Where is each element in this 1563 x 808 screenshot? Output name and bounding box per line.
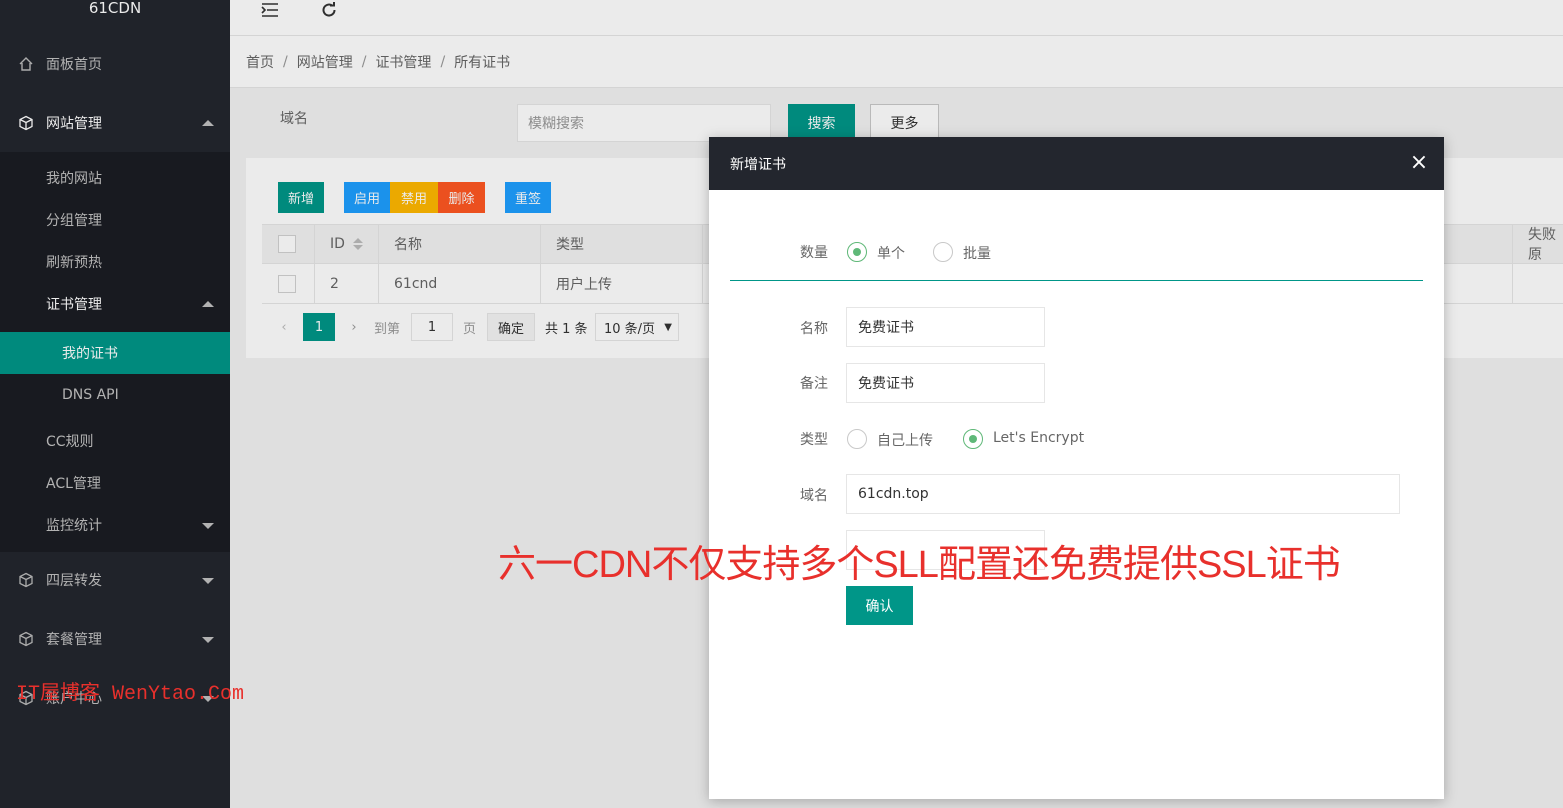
- type-upload-label[interactable]: 自己上传: [877, 430, 933, 450]
- quantity-single-radio[interactable]: [847, 242, 867, 262]
- modal-header: 新增证书 ×: [709, 137, 1444, 190]
- watermark-text: IT屋博客 WenYtao.Com: [16, 683, 245, 706]
- type-upload-radio[interactable]: [847, 429, 867, 449]
- close-icon[interactable]: ×: [1408, 152, 1430, 174]
- add-cert-modal: 新增证书 × 数量 单个 批量 名称 免费证书 备注 免费证书 类型 自己上传 …: [709, 137, 1444, 799]
- domain-label: 域名: [800, 488, 828, 504]
- type-label: 类型: [800, 432, 828, 448]
- quantity-batch-label[interactable]: 批量: [963, 243, 991, 263]
- promo-banner-text: 六一CDN不仅支持多个SLL配置还免费提供SSL证书: [498, 544, 1341, 586]
- quantity-label: 数量: [800, 245, 828, 261]
- type-letsencrypt-radio[interactable]: [963, 429, 983, 449]
- name-input[interactable]: 免费证书: [846, 307, 1045, 347]
- name-label: 名称: [800, 321, 828, 337]
- divider: [730, 280, 1423, 281]
- quantity-single-label[interactable]: 单个: [877, 243, 905, 263]
- type-letsencrypt-label[interactable]: Let's Encrypt: [993, 430, 1084, 446]
- domain-input[interactable]: 61cdn.top: [846, 474, 1400, 514]
- confirm-button[interactable]: 确认: [846, 586, 913, 625]
- remark-label: 备注: [800, 376, 828, 392]
- quantity-batch-radio[interactable]: [933, 242, 953, 262]
- remark-input[interactable]: 免费证书: [846, 363, 1045, 403]
- modal-title: 新增证书: [730, 156, 786, 173]
